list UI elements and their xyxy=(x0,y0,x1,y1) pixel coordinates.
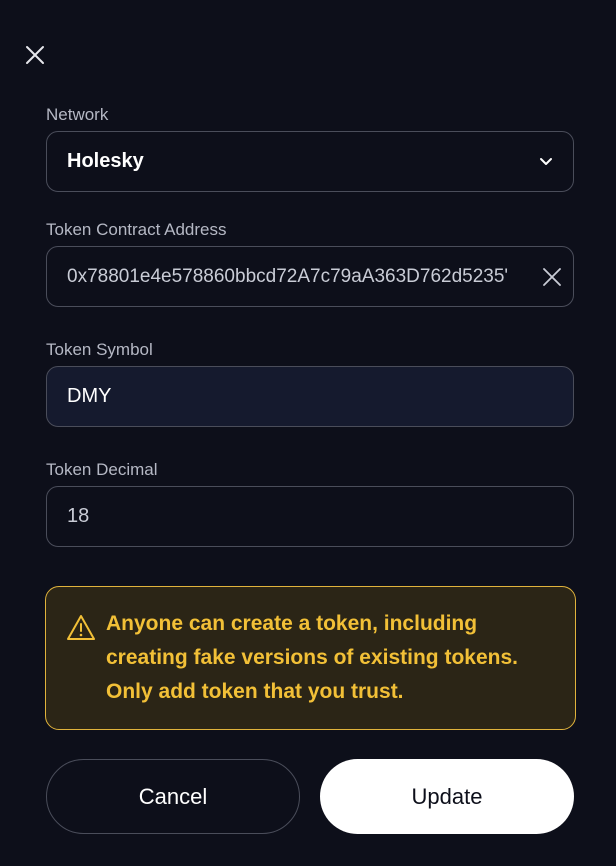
token-decimal-field: Token Decimal 18 xyxy=(46,459,574,547)
close-button[interactable] xyxy=(20,40,50,70)
network-select[interactable]: Holesky xyxy=(46,131,574,192)
update-button[interactable]: Update xyxy=(320,759,574,834)
contract-address-input[interactable]: 0x78801e4e578860bbcd72A7c79aA363D762d523… xyxy=(46,246,574,307)
clear-address-button[interactable] xyxy=(543,267,561,286)
close-icon xyxy=(26,46,44,64)
token-symbol-value: DMY xyxy=(67,385,112,407)
network-field: Network Holesky xyxy=(46,104,574,192)
warning-line-3: Only add token that you trust. xyxy=(106,680,404,703)
warning-icon xyxy=(67,615,95,640)
cancel-button[interactable]: Cancel xyxy=(46,759,300,834)
warning-text: Anyone can create a token, including cre… xyxy=(106,607,518,729)
warning-banner: Anyone can create a token, including cre… xyxy=(45,586,576,730)
token-decimal-label: Token Decimal xyxy=(46,460,158,479)
contract-address-field: Token Contract Address 0x78801e4e578860b… xyxy=(46,219,574,307)
contract-address-label: Token Contract Address xyxy=(46,220,227,239)
token-decimal-value: 18 xyxy=(67,505,90,527)
token-decimal-input[interactable]: 18 xyxy=(46,486,574,547)
warning-line-1: Anyone can create a token, including xyxy=(106,612,478,635)
clear-icon xyxy=(543,267,561,286)
token-symbol-input[interactable]: DMY xyxy=(46,366,574,427)
token-symbol-label: Token Symbol xyxy=(46,340,153,359)
contract-address-value: 0x78801e4e578860bbcd72A7c79aA363D762d523… xyxy=(67,265,509,287)
token-symbol-field: Token Symbol DMY xyxy=(46,339,574,427)
network-label: Network xyxy=(46,105,109,124)
add-token-dialog: Network Holesky Token Contract Address 0… xyxy=(0,0,616,866)
network-value: Holesky xyxy=(67,150,144,172)
warning-line-2: creating fake versions of existing token… xyxy=(106,646,518,669)
chevron-down-icon xyxy=(540,157,552,165)
